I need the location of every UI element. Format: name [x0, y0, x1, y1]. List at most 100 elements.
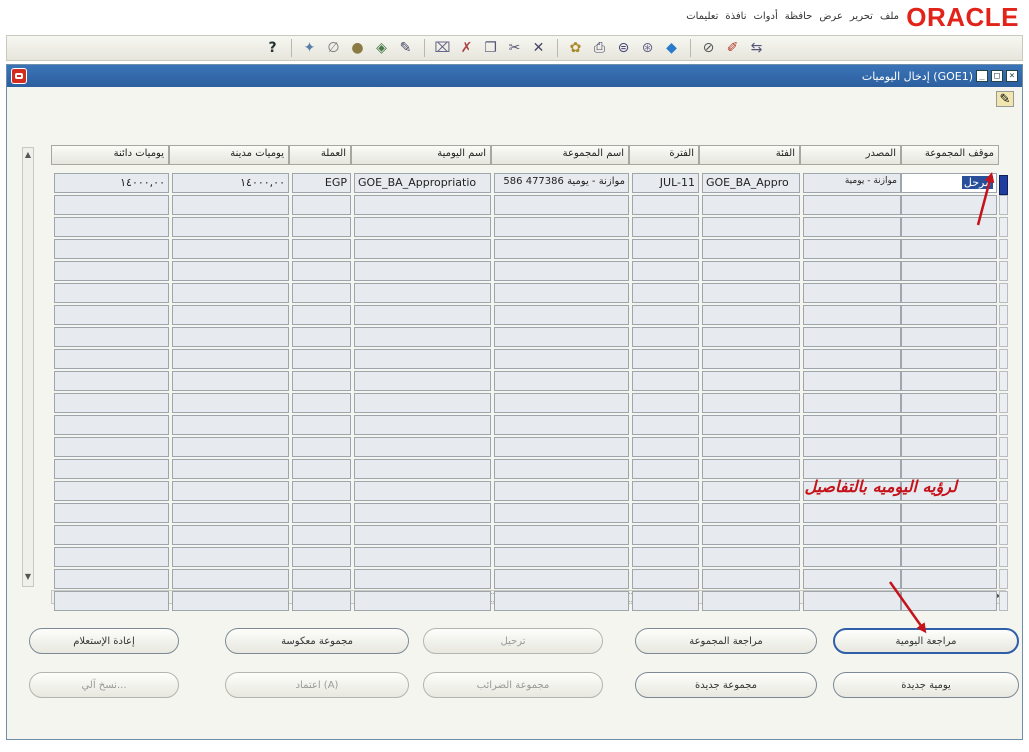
grid-cell[interactable]: [54, 393, 169, 413]
table-row[interactable]: [51, 591, 997, 611]
grid-cell[interactable]: [172, 349, 289, 369]
grid-cell[interactable]: [494, 195, 629, 215]
table-row[interactable]: [51, 393, 997, 413]
col-header-entered-debit[interactable]: يوميات مدينة: [169, 145, 289, 165]
grid-cell[interactable]: [54, 349, 169, 369]
cell-period[interactable]: JUL-11: [632, 173, 699, 193]
grid-cell[interactable]: [901, 503, 997, 523]
grid-cell[interactable]: [292, 459, 351, 479]
grid-cell[interactable]: [172, 239, 289, 259]
grid-cell[interactable]: [702, 459, 800, 479]
grid-cell[interactable]: [54, 569, 169, 589]
grid-cell[interactable]: [354, 217, 491, 237]
grid-cell[interactable]: [54, 217, 169, 237]
grid-cell[interactable]: [172, 525, 289, 545]
grid-cell[interactable]: [901, 195, 997, 215]
save-icon[interactable]: ⊛: [639, 39, 657, 57]
grid-cell[interactable]: [292, 239, 351, 259]
row-indicator[interactable]: [999, 569, 1008, 589]
grid-cell[interactable]: [354, 305, 491, 325]
new-journal-button[interactable]: يومية جديدة: [833, 672, 1019, 698]
grid-cell[interactable]: [172, 283, 289, 303]
grid-cell[interactable]: [494, 459, 629, 479]
grid-cell[interactable]: [354, 591, 491, 611]
review-batch-button[interactable]: مراجعة المجموعة: [635, 628, 817, 654]
grid-cell[interactable]: [54, 481, 169, 501]
row-indicator[interactable]: [999, 327, 1008, 347]
pin-icon[interactable]: ✐: [724, 39, 742, 57]
grid-cell[interactable]: [494, 371, 629, 391]
grid-cell[interactable]: [54, 525, 169, 545]
grid-cell[interactable]: [494, 305, 629, 325]
grid-cell[interactable]: [172, 195, 289, 215]
grid-cell[interactable]: [803, 349, 901, 369]
col-header-category[interactable]: الفئة: [699, 145, 800, 165]
oracle-window-icon[interactable]: [11, 68, 27, 84]
menu-window[interactable]: نافذة: [725, 11, 746, 22]
grid-cell[interactable]: [803, 261, 901, 281]
grid-cell[interactable]: [172, 437, 289, 457]
grid-cell[interactable]: [901, 239, 997, 259]
cell-entered-credit[interactable]: ١٤٠٠٠,٠٠: [54, 173, 169, 193]
grid-cell[interactable]: [292, 591, 351, 611]
grid-cell[interactable]: [292, 503, 351, 523]
grid-cell[interactable]: [494, 327, 629, 347]
grid-cell[interactable]: [54, 415, 169, 435]
grid-cell[interactable]: [494, 503, 629, 523]
grid-cell[interactable]: [172, 415, 289, 435]
grid-cell[interactable]: [803, 569, 901, 589]
tax-batch-button[interactable]: مجموعة الضرائب: [423, 672, 603, 698]
grid-cell[interactable]: [702, 569, 800, 589]
grid-cell[interactable]: [901, 217, 997, 237]
grid-cell[interactable]: [702, 371, 800, 391]
grid-cell[interactable]: [494, 525, 629, 545]
grid-cell[interactable]: [292, 525, 351, 545]
grid-cell[interactable]: [632, 481, 699, 501]
grid-cell[interactable]: [354, 239, 491, 259]
grid-cell[interactable]: [172, 371, 289, 391]
grid-cell[interactable]: [354, 459, 491, 479]
translate-icon[interactable]: ✎: [397, 39, 415, 57]
grid-cell[interactable]: [54, 371, 169, 391]
col-header-entered-credit[interactable]: يوميات دائنة: [51, 145, 169, 165]
grid-cell[interactable]: [901, 305, 997, 325]
grid-cell[interactable]: [803, 283, 901, 303]
row-indicator[interactable]: [999, 393, 1008, 413]
row-indicator[interactable]: [999, 195, 1008, 215]
grid-cell[interactable]: [803, 217, 901, 237]
row-indicator[interactable]: [999, 283, 1008, 303]
grid-cell[interactable]: [803, 305, 901, 325]
folder-icon[interactable]: ●: [349, 39, 367, 57]
grid-cell[interactable]: [354, 503, 491, 523]
grid-cell[interactable]: [632, 437, 699, 457]
row-indicator[interactable]: [999, 371, 1008, 391]
grid-cell[interactable]: [901, 415, 997, 435]
grid-cell[interactable]: [702, 415, 800, 435]
row-indicator[interactable]: [999, 415, 1008, 435]
grid-cell[interactable]: [292, 437, 351, 457]
grid-cell[interactable]: [901, 459, 997, 479]
close-form-icon[interactable]: ⇆: [748, 39, 766, 57]
table-row[interactable]: [51, 239, 997, 259]
grid-cell[interactable]: [702, 393, 800, 413]
grid-cell[interactable]: [803, 525, 901, 545]
grid-cell[interactable]: [354, 327, 491, 347]
cell-source[interactable]: موازنة - يومية: [803, 173, 901, 193]
grid-cell[interactable]: [632, 503, 699, 523]
grid-cell[interactable]: [632, 261, 699, 281]
table-row[interactable]: [51, 415, 997, 435]
grid-cell[interactable]: [632, 195, 699, 215]
new-batch-button[interactable]: مجموعة جديدة: [635, 672, 817, 698]
attachment-icon[interactable]: ∅: [325, 39, 343, 57]
scroll-up-icon[interactable]: ▲: [23, 150, 33, 162]
grid-cell[interactable]: [702, 525, 800, 545]
row-indicator[interactable]: [999, 261, 1008, 281]
grid-cell[interactable]: [494, 481, 629, 501]
grid-cell[interactable]: [901, 569, 997, 589]
col-header-source[interactable]: المصدر: [800, 145, 901, 165]
grid-cell[interactable]: [901, 261, 997, 281]
grid-cell[interactable]: [354, 393, 491, 413]
grid-cell[interactable]: [702, 327, 800, 347]
grid-cell[interactable]: [172, 591, 289, 611]
table-row[interactable]: [51, 217, 997, 237]
